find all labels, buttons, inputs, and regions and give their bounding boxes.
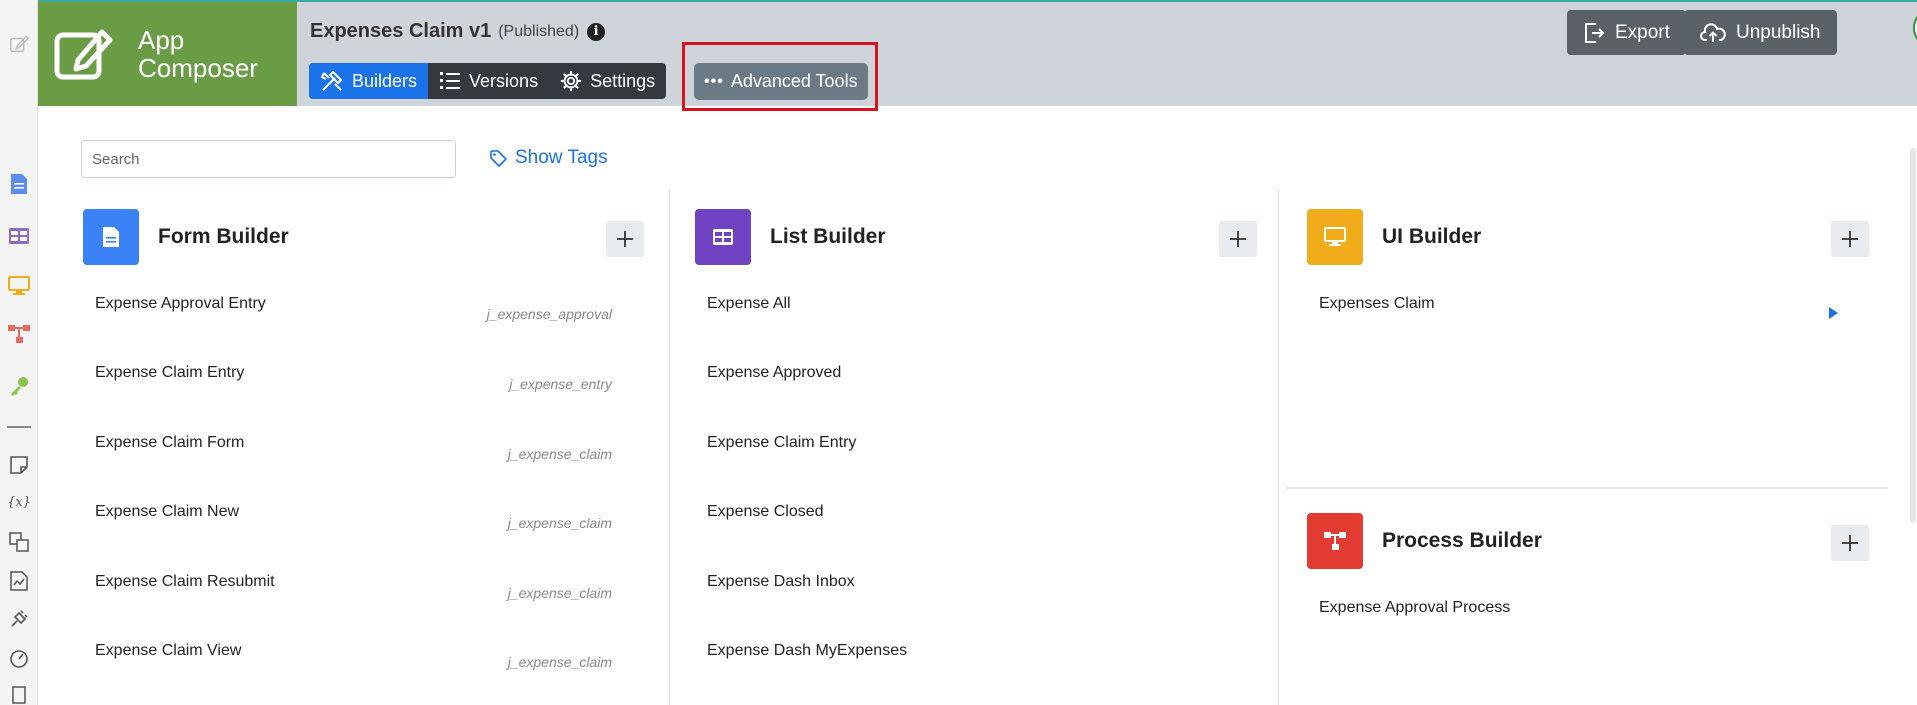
process-icon[interactable] <box>7 322 31 346</box>
form-tag: j_expense_claim <box>507 654 612 670</box>
form-tag: j_expense_claim <box>507 446 612 462</box>
list-item[interactable]: Expense Approval Entry <box>95 295 266 313</box>
list-item[interactable]: Expense Claim Form <box>95 434 244 452</box>
app-header: App Composer Expenses Claim v1 (Publishe… <box>38 0 1917 106</box>
script-icon[interactable] <box>7 684 31 705</box>
translate-icon[interactable] <box>7 530 31 554</box>
ui-builder-icon <box>1307 209 1363 265</box>
unpublish-button[interactable]: Unpublish <box>1684 10 1837 55</box>
form-builder-title: Form Builder <box>158 225 289 248</box>
app-status: (Published) <box>498 22 580 40</box>
tools-icon <box>321 71 342 91</box>
add-process-button[interactable] <box>1831 525 1869 561</box>
plugin-icon[interactable] <box>7 607 31 631</box>
list-builder-icon <box>695 209 751 265</box>
avatar[interactable]: admin <box>1913 8 1917 48</box>
plus-icon <box>617 231 633 247</box>
left-rail: {x} <box>0 0 38 705</box>
list-item[interactable]: Expense Dash Inbox <box>707 573 855 591</box>
list-builder-title: List Builder <box>770 225 886 248</box>
composer-logo-icon <box>54 29 113 80</box>
export-icon <box>1585 22 1605 43</box>
brand-title: App Composer <box>138 25 258 83</box>
column-divider <box>1278 190 1279 705</box>
play-icon[interactable] <box>1829 307 1838 319</box>
process-builder-title: Process Builder <box>1382 529 1542 552</box>
list-item[interactable]: Expense Claim Resubmit <box>95 573 275 591</box>
unpublish-label: Unpublish <box>1736 21 1821 43</box>
variable-icon[interactable]: {x} <box>7 490 31 514</box>
list-item[interactable]: Expense Claim View <box>95 642 241 660</box>
form-tag: j_expense_approval <box>486 306 612 322</box>
search-input[interactable] <box>81 140 456 178</box>
brand-block[interactable]: App Composer <box>38 2 297 106</box>
cloud-upload-icon <box>1700 22 1726 42</box>
builder-nav: Builders Versions Settings <box>309 63 667 99</box>
section-divider <box>1287 487 1888 489</box>
tag-icon <box>490 150 507 167</box>
export-label: Export <box>1615 21 1670 43</box>
rail-separator <box>7 426 31 428</box>
list-item[interactable]: Expense All <box>707 295 791 313</box>
edit-icon[interactable] <box>7 32 31 56</box>
form-builder-icon <box>83 209 139 265</box>
tab-settings-label: Settings <box>590 70 656 91</box>
report-icon[interactable] <box>7 569 31 593</box>
list-builder-header: List Builder <box>695 209 886 265</box>
monitor-icon[interactable] <box>7 274 31 298</box>
add-ui-button[interactable] <box>1831 221 1869 257</box>
plus-icon <box>1230 231 1246 247</box>
gear-icon <box>560 70 582 92</box>
tab-builders-label: Builders <box>352 70 418 91</box>
list-item[interactable]: Expense Claim Entry <box>707 434 856 452</box>
scrollbar[interactable] <box>1910 148 1916 523</box>
add-list-button[interactable] <box>1219 221 1257 257</box>
list-ol-icon <box>440 72 461 89</box>
dashboard-icon[interactable] <box>7 646 31 670</box>
app-name: Expenses Claim v1 <box>310 20 492 42</box>
ui-builder-header: UI Builder <box>1307 209 1481 265</box>
column-divider <box>669 190 670 705</box>
app-title-row: Expenses Claim v1 (Published) i <box>310 20 606 43</box>
form-builder-header: Form Builder <box>83 209 289 265</box>
export-button[interactable]: Export <box>1567 10 1686 55</box>
list-item[interactable]: Expenses Claim <box>1319 295 1435 313</box>
list-item[interactable]: Expense Claim New <box>95 503 239 521</box>
plus-icon <box>1842 231 1858 247</box>
ui-builder-title: UI Builder <box>1382 225 1482 248</box>
form-tag: j_expense_claim <box>507 585 612 601</box>
plus-icon <box>1842 535 1858 551</box>
list-item[interactable]: Expense Approval Process <box>1319 599 1510 617</box>
list-item[interactable]: Expense Claim Entry <box>95 364 244 382</box>
form-tag: j_expense_claim <box>507 515 612 531</box>
list-item[interactable]: Expense Approved <box>707 364 841 382</box>
process-builder-header: Process Builder <box>1307 513 1542 569</box>
list-item[interactable]: Expense Dash MyExpenses <box>707 642 907 660</box>
show-tags-label: Show Tags <box>515 147 608 168</box>
tab-versions-label: Versions <box>469 70 539 91</box>
process-builder-icon <box>1307 513 1363 569</box>
key-icon[interactable] <box>7 374 31 398</box>
form-tag: j_expense_entry <box>509 376 612 392</box>
tab-builders[interactable]: Builders <box>309 63 429 99</box>
form-icon[interactable] <box>7 172 31 196</box>
tab-settings[interactable]: Settings <box>549 63 666 99</box>
advanced-tools-highlight <box>682 42 878 111</box>
show-tags-link[interactable]: Show Tags <box>489 147 608 169</box>
add-form-button[interactable] <box>606 221 644 257</box>
info-icon[interactable]: i <box>587 22 606 41</box>
list-item[interactable]: Expense Closed <box>707 503 824 521</box>
note-icon[interactable] <box>7 453 31 477</box>
list-icon[interactable] <box>7 224 31 248</box>
tab-versions[interactable]: Versions <box>428 63 549 99</box>
